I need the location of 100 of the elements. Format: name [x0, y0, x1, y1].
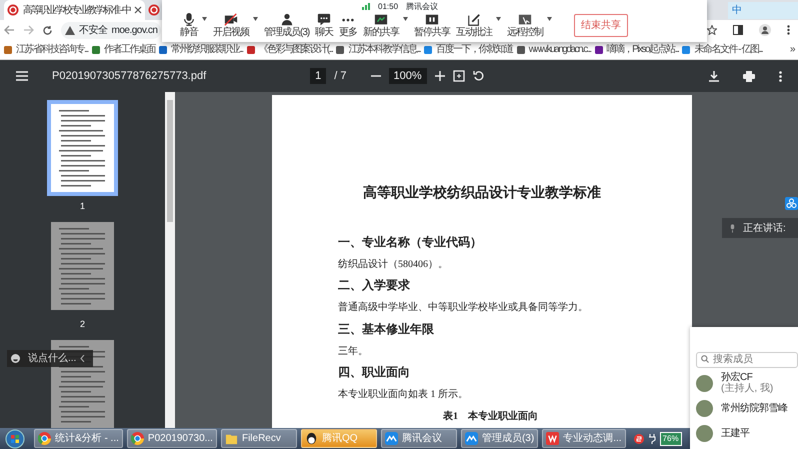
reload-icon[interactable]	[42, 24, 53, 36]
fit-page-icon[interactable]	[452, 70, 465, 82]
side-panel-icon[interactable]	[733, 25, 743, 35]
bookmark-link[interactable]: 江苏省科技咨询专...	[16, 42, 88, 57]
bookmark-link[interactable]: 江苏本科教学信息...	[348, 42, 420, 57]
meeting-title: 腾讯会议	[406, 0, 438, 12]
mic-icon	[182, 13, 196, 27]
paragraph-text: 本专业职业面向如表 1 所示。	[338, 388, 468, 400]
bookmark-link[interactable]: www.kuangdacn.c...	[528, 42, 591, 57]
toolbar-button[interactable]: 互动批注	[456, 13, 502, 38]
browser-tab[interactable]: 高等职业学校专业教学标准 - 中	[4, 0, 145, 20]
address-bar[interactable]: 不安全 moe.gov.cn	[61, 22, 161, 38]
file-name: P020190730577876275773.pdf	[52, 68, 206, 84]
avatar	[696, 424, 713, 442]
share-icon	[374, 13, 388, 27]
zoom-input[interactable]: 100%	[388, 68, 427, 84]
site-logo-icon	[148, 4, 160, 16]
ime-toolbar[interactable]: 中	[728, 2, 798, 19]
close-icon[interactable]	[134, 6, 142, 14]
mic-icon	[730, 224, 735, 232]
member-role: (主持人, 我)	[721, 383, 774, 394]
toolbar-button[interactable]: 新的共享	[363, 13, 408, 38]
security-label: 不安全	[79, 24, 108, 38]
bookmark-link[interactable]: 常州纺织服装职业...	[170, 42, 243, 57]
bookmark-link[interactable]: 未命名文件 - 亿图...	[694, 42, 762, 57]
section-heading: 三、基本修业年限	[338, 322, 434, 336]
section-heading: 一、专业名称（专业代码）	[338, 235, 482, 249]
download-icon[interactable]	[709, 70, 719, 82]
scrollbar[interactable]	[165, 92, 175, 428]
battery-indicator[interactable]: 76%	[660, 432, 682, 446]
menu-icon[interactable]	[787, 25, 790, 35]
member-name: 王建平	[721, 428, 750, 438]
tab-title: 高等职业学校专业教学标准 - 中	[23, 4, 130, 18]
pause-icon	[425, 13, 440, 27]
bookmark-icon	[682, 46, 690, 54]
member-search-field[interactable]: 搜索成员	[696, 352, 798, 368]
end-share-button[interactable]: 结束共享	[574, 14, 628, 37]
taskbar-button[interactable]: 管理成员(3)	[460, 429, 538, 448]
zoom-in-icon[interactable]	[434, 71, 445, 81]
meeting-app-icon	[384, 432, 398, 445]
taskbar-button[interactable]: 统计&分析 - ...	[34, 429, 123, 448]
url-text: moe.gov.cn	[112, 24, 158, 38]
toolbar-button[interactable]: 管理成员(3)	[264, 13, 310, 38]
bookmark-icon	[4, 46, 12, 54]
back-icon[interactable]	[4, 25, 15, 35]
chat-input[interactable]: 说点什么...	[7, 350, 93, 367]
avatar	[696, 400, 713, 416]
member-name: 孙宏CF	[721, 372, 754, 383]
bookmark-icon	[246, 46, 255, 54]
paragraph-text: 纺织品设计（580406）。	[338, 258, 448, 270]
table-caption: 表1 本专业职业面向	[443, 410, 538, 422]
rotate-icon[interactable]	[472, 70, 485, 82]
document-title: 高等职业学校纺织品设计专业教学标准	[362, 184, 602, 203]
section-heading: 二、入学要求	[338, 278, 410, 292]
bookmark-icon	[336, 46, 344, 54]
toolbar-button[interactable]: 静音	[180, 13, 207, 38]
toolbar-button[interactable]: 暂停共享	[414, 13, 450, 38]
chrome-app-icon	[38, 432, 51, 445]
speaking-label: 正在讲话:	[743, 222, 786, 236]
taskbar-button[interactable]: FileRecv	[220, 429, 297, 448]
page-number: 2	[80, 318, 85, 332]
bookmark-link[interactable]: 作者工作桌面	[104, 42, 155, 57]
ime-mode[interactable]: 中	[732, 3, 742, 18]
site-logo-icon	[7, 4, 19, 16]
signal-icon	[362, 3, 370, 10]
video-icon	[224, 13, 238, 27]
bookmark-icon	[158, 46, 167, 54]
emoji-icon[interactable]	[11, 354, 20, 363]
bookmark-icon	[424, 46, 432, 54]
menu-icon[interactable]	[16, 71, 28, 81]
bookmark-icon	[92, 46, 100, 54]
page-number: 1	[80, 200, 85, 214]
collapse-icon[interactable]	[80, 355, 86, 362]
toolbar-button[interactable]: 更多	[339, 13, 358, 38]
apps-icon[interactable]	[785, 197, 798, 210]
toolbar-button[interactable]: 开启视频	[213, 13, 258, 38]
taskbar-button[interactable]: P020190730...	[126, 429, 217, 448]
more-icon[interactable]	[779, 70, 782, 82]
meeting-app-icon	[464, 432, 478, 445]
star-icon[interactable]	[707, 25, 717, 35]
taskbar-button[interactable]: 腾讯会议	[380, 429, 457, 448]
taskbar-button[interactable]: 专业动态调...	[542, 429, 626, 448]
bookmark-icon	[516, 46, 525, 54]
page-input[interactable]: 1	[310, 68, 326, 84]
page-count: / 7	[334, 68, 347, 84]
warning-icon	[65, 26, 75, 34]
remote-icon	[518, 13, 532, 27]
bookmark-link[interactable]: 《色彩与图案设计(...	[258, 42, 332, 57]
folder-app-icon	[224, 432, 238, 445]
member-name: 常州纺院郭雪峰	[721, 402, 788, 414]
bookmark-link[interactable]: 嘀嘀，Pixso起点站...	[606, 42, 678, 57]
chrome-app-icon	[130, 432, 144, 445]
avatar	[696, 374, 713, 392]
more-bookmarks[interactable]: »	[790, 42, 794, 57]
chat-icon	[317, 13, 332, 27]
toolbar-button[interactable]: 聊天	[315, 13, 334, 38]
wps-app-icon	[546, 432, 560, 445]
toolbar-button[interactable]: 远程控制	[507, 13, 552, 38]
bookmark-link[interactable]: 百度一下，你就知道	[436, 42, 513, 57]
profile-icon[interactable]	[759, 24, 771, 36]
